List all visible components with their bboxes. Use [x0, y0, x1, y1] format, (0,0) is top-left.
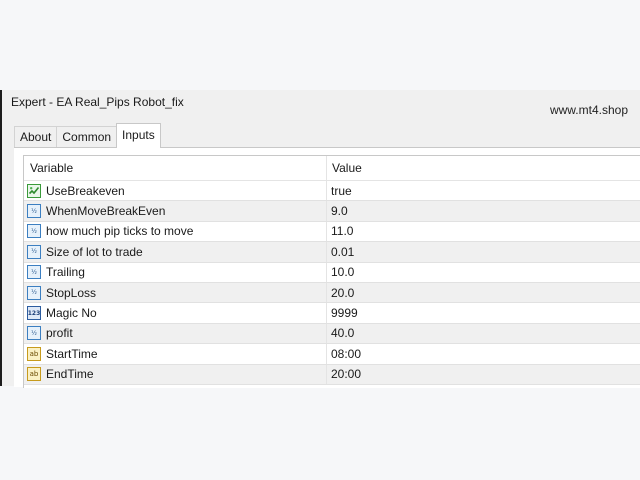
table-row[interactable]: ½ Trailing 10.0: [24, 262, 640, 283]
tab-inputs[interactable]: Inputs: [116, 123, 161, 148]
value-cell[interactable]: 9.0: [327, 204, 348, 218]
value-cell[interactable]: 20.0: [327, 286, 354, 300]
value-cell[interactable]: 11.0: [327, 224, 353, 238]
table-body: UseBreakeven true ½ WhenMoveBreakEven 9.0 ½ ho…: [24, 181, 640, 385]
variable-name: profit: [46, 326, 73, 341]
double-type-icon: ½: [27, 326, 41, 341]
window-title: Expert - EA Real_Pips Robot_fix: [11, 95, 184, 109]
table-row[interactable]: ½ how much pip ticks to move 11.0: [24, 221, 640, 243]
variable-cell: ab StartTime: [24, 344, 327, 364]
variable-cell: ½ WhenMoveBreakEven: [24, 201, 327, 221]
tab-bar: About Common Inputs: [14, 123, 161, 148]
expert-properties-window: Expert - EA Real_Pips Robot_fix www.mt4.…: [0, 90, 640, 388]
variable-cell: ½ how much pip ticks to move: [24, 221, 327, 242]
value-cell[interactable]: 0.01: [327, 245, 354, 259]
table-row[interactable]: ½ WhenMoveBreakEven 9.0: [24, 201, 640, 222]
value-cell[interactable]: 08:00: [327, 347, 361, 361]
watermark-text: www.mt4.shop: [549, 103, 628, 117]
inputs-table: Variable Value UseBreakeven true ½ WhenMove…: [23, 155, 640, 388]
table-row[interactable]: ab StartTime 08:00: [24, 344, 640, 365]
table-header: Variable Value: [24, 156, 640, 181]
column-header-value[interactable]: Value: [327, 156, 362, 180]
value-cell[interactable]: 9999: [327, 306, 358, 320]
column-header-variable[interactable]: Variable: [24, 156, 327, 180]
double-type-icon: ½: [27, 285, 41, 300]
variable-cell: ½ Trailing: [24, 262, 327, 282]
variable-name: WhenMoveBreakEven: [46, 204, 166, 219]
table-row[interactable]: ½ StopLoss 20.0: [24, 282, 640, 304]
variable-name: UseBreakeven: [46, 183, 125, 198]
variable-name: Trailing: [46, 265, 85, 280]
double-type-icon: ½: [27, 244, 41, 259]
table-row[interactable]: ½ profit 40.0: [24, 323, 640, 345]
value-cell[interactable]: 20:00: [327, 367, 361, 381]
variable-name: EndTime: [46, 367, 94, 382]
variable-cell: ½ Size of lot to trade: [24, 242, 327, 262]
value-cell[interactable]: true: [327, 184, 352, 198]
tab-common[interactable]: Common: [56, 126, 118, 148]
variable-name: Size of lot to trade: [46, 244, 143, 259]
bool-check-icon: [27, 183, 41, 198]
variable-cell: ½ StopLoss: [24, 282, 327, 303]
table-row[interactable]: ab EndTime 20:00: [24, 364, 640, 385]
int-type-icon: 123: [27, 306, 41, 321]
double-type-icon: ½: [27, 265, 41, 280]
string-type-icon: ab: [27, 367, 41, 382]
table-row[interactable]: 123 Magic No 9999: [24, 303, 640, 324]
variable-cell: ½ profit: [24, 323, 327, 344]
inputs-panel: Variable Value UseBreakeven true ½ WhenMove…: [14, 147, 640, 388]
variable-cell: UseBreakeven: [24, 181, 327, 201]
variable-cell: 123 Magic No: [24, 303, 327, 323]
double-type-icon: ½: [27, 204, 41, 219]
variable-name: StopLoss: [46, 285, 97, 300]
tab-about[interactable]: About: [14, 126, 58, 148]
variable-cell: ab EndTime: [24, 364, 327, 384]
variable-name: how much pip ticks to move: [46, 224, 194, 239]
double-type-icon: ½: [27, 224, 41, 239]
string-type-icon: ab: [27, 346, 41, 361]
table-row[interactable]: ½ Size of lot to trade 0.01: [24, 242, 640, 263]
table-row[interactable]: UseBreakeven true: [24, 181, 640, 202]
value-cell[interactable]: 40.0: [327, 326, 354, 340]
variable-name: StartTime: [46, 346, 98, 361]
variable-name: Magic No: [46, 306, 97, 321]
value-cell[interactable]: 10.0: [327, 265, 354, 279]
